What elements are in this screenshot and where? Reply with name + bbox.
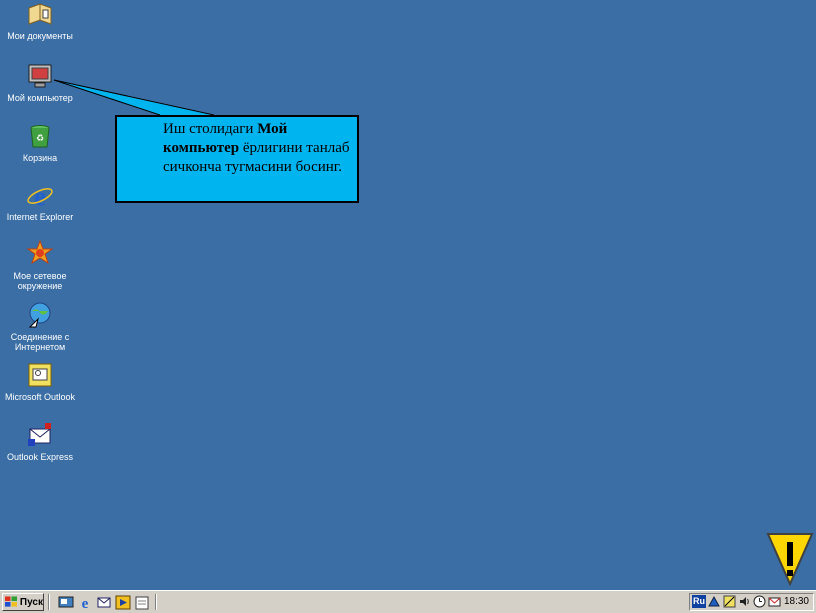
start-button[interactable]: Пуск xyxy=(2,593,44,611)
desktop-icon-my-computer[interactable]: Мой компьютер xyxy=(1,62,79,103)
show-desktop-icon[interactable] xyxy=(58,595,74,610)
icon-label: Outlook Express xyxy=(6,452,74,462)
svg-text:e: e xyxy=(34,182,46,209)
clock-tray-icon[interactable] xyxy=(753,595,766,608)
system-tray: Ru 18:30 xyxy=(689,593,814,611)
taskbar-separator xyxy=(155,594,157,610)
language-indicator[interactable]: Ru xyxy=(692,595,706,608)
start-label: Пуск xyxy=(19,596,43,608)
quick-launch-outlook-icon[interactable] xyxy=(96,595,112,610)
icon-label: Мой компьютер xyxy=(7,93,73,103)
clock[interactable]: 18:30 xyxy=(784,596,809,607)
icon-label: Мои документы xyxy=(7,31,73,41)
recycle-bin-icon: ♻ xyxy=(30,125,50,148)
desktop: Мои документы Мой компьютер ♻ Корзина e … xyxy=(0,0,816,590)
desktop-icon-outlook-express[interactable]: Outlook Express xyxy=(1,421,79,462)
callout-pointer xyxy=(53,79,215,116)
desktop-icon-my-documents[interactable]: Мои документы xyxy=(1,0,79,41)
internet-explorer-icon: e xyxy=(27,182,53,209)
instruction-callout: Иш столидаги Мой компьютер ёрлигини танл… xyxy=(115,115,359,203)
internet-connection-icon xyxy=(28,302,51,328)
svg-text:♻: ♻ xyxy=(36,134,44,144)
taskbar: Пуск e Ru 18:30 xyxy=(0,590,816,613)
svg-text:e: e xyxy=(82,596,89,610)
desktop-icon-recycle-bin[interactable]: ♻ Корзина xyxy=(1,122,79,163)
desktop-icon-internet-connection[interactable]: Соединение с Интернетом xyxy=(1,301,79,352)
desktop-icon-outlook[interactable]: Microsoft Outlook xyxy=(1,361,79,402)
callout-text-before: Иш столидаги xyxy=(163,121,258,137)
mail-tray-icon[interactable] xyxy=(768,595,781,608)
network-tray-icon[interactable] xyxy=(708,595,721,608)
quick-launch-media-icon[interactable] xyxy=(115,595,131,610)
volume-tray-icon[interactable] xyxy=(738,595,751,608)
icon-label: Мое сетевое окружение xyxy=(13,271,67,291)
taskbar-separator xyxy=(48,594,50,610)
outlook-express-icon xyxy=(28,423,51,446)
icon-label: Корзина xyxy=(22,153,58,163)
icon-label: Microsoft Outlook xyxy=(4,392,76,402)
my-computer-icon xyxy=(28,64,52,88)
warning-icon xyxy=(766,533,814,586)
quick-launch-ie-icon[interactable]: e xyxy=(77,595,93,610)
network-neighborhood-icon xyxy=(26,240,54,265)
desktop-icon-network[interactable]: Мое сетевое окружение xyxy=(1,240,79,291)
scheduler-tray-icon[interactable] xyxy=(723,595,736,608)
outlook-icon xyxy=(28,363,52,387)
icon-label: Соединение с Интернетом xyxy=(10,332,70,352)
icon-label: Internet Explorer xyxy=(6,212,74,222)
desktop-icon-internet-explorer[interactable]: e Internet Explorer xyxy=(1,181,79,222)
windows-logo-icon xyxy=(5,596,17,607)
quick-launch-notepad-icon[interactable] xyxy=(134,595,150,610)
my-documents-icon xyxy=(28,3,52,25)
